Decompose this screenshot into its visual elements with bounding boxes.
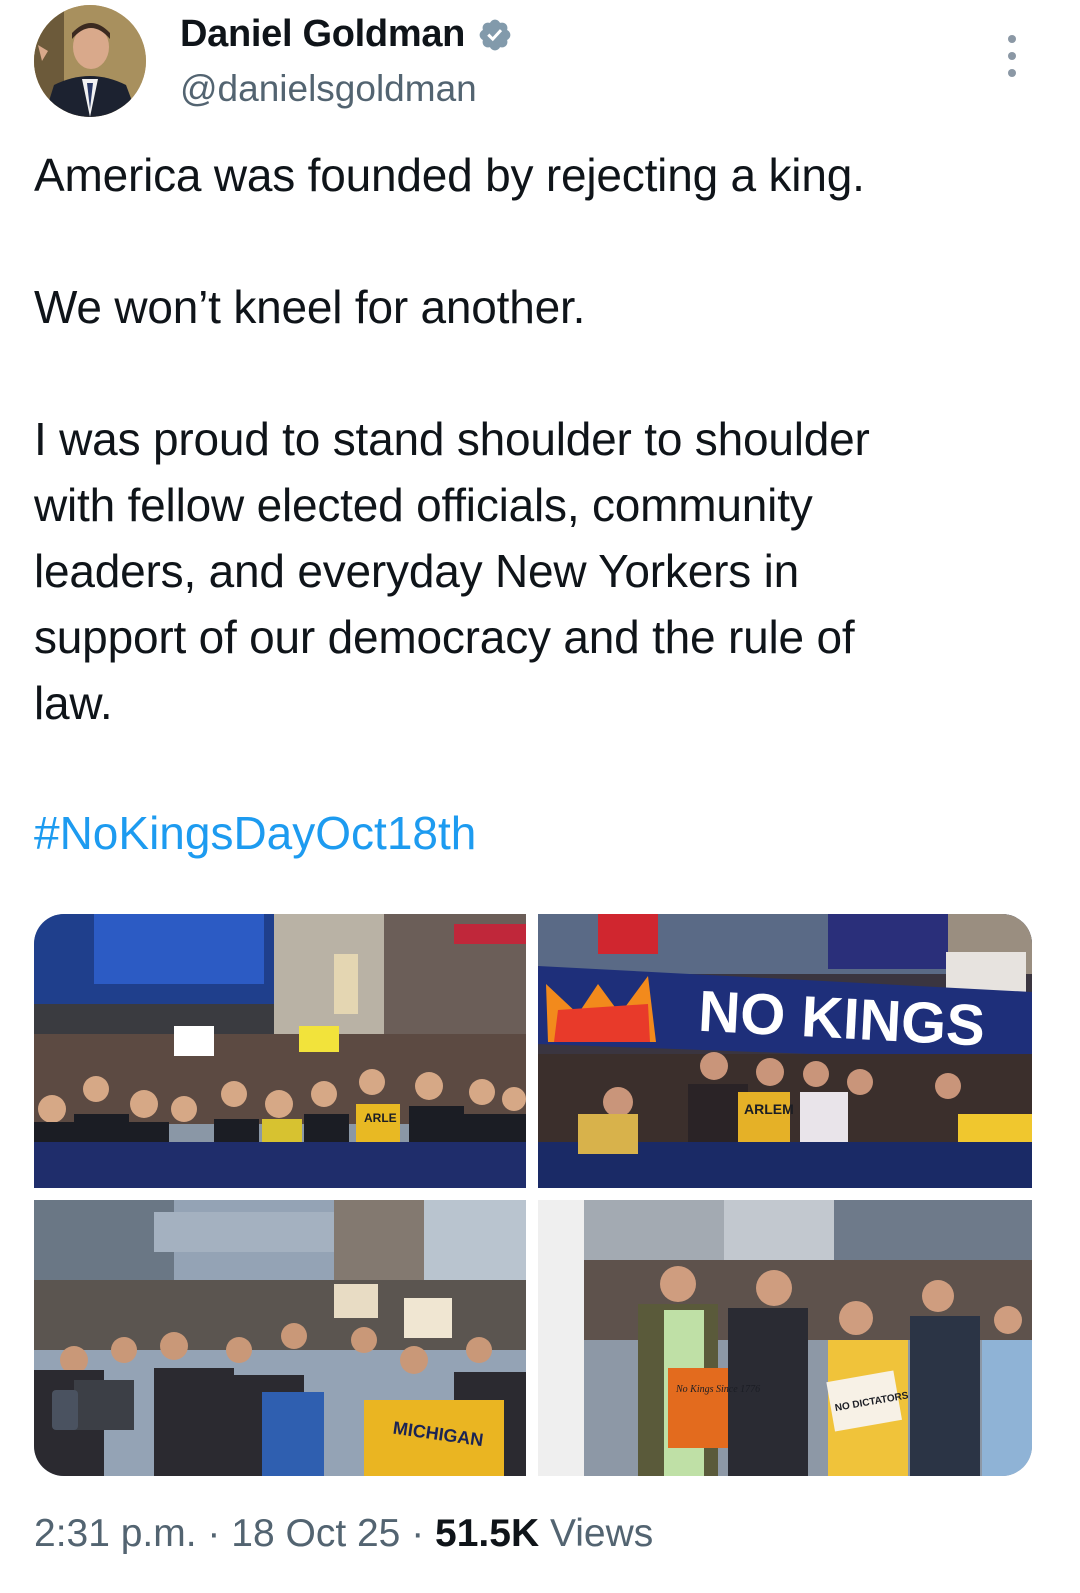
tweet-header: Daniel Goldman @danielsgoldman <box>34 5 1054 120</box>
media-grid: ARLE NO KINGS ARLEM MICHIGAN No Kings Si… <box>34 914 1032 1476</box>
march-photo-2[interactable]: NO KINGS ARLEM <box>538 914 1032 1188</box>
march-photo-4[interactable]: No Kings Since 1776 NO DICTATORS <box>538 1200 1032 1476</box>
author-handle[interactable]: @danielsgoldman <box>180 68 513 110</box>
more-options-icon[interactable] <box>1006 35 1018 81</box>
sign-text: ARLE <box>364 1111 397 1125</box>
meta-separator: · <box>196 1512 232 1555</box>
tweet-text: America was founded by rejecting a king.… <box>34 149 870 729</box>
verified-badge-icon <box>479 19 511 50</box>
avatar[interactable] <box>34 5 146 117</box>
tweet-meta: 2:31 p.m. · 18 Oct 25 · 51.5K Views <box>34 1512 653 1556</box>
sign-text: ARLEM <box>744 1101 794 1117</box>
display-name[interactable]: Daniel Goldman <box>180 13 465 56</box>
views-count[interactable]: 51.5K <box>435 1512 539 1555</box>
views-label: Views <box>539 1512 654 1555</box>
meta-separator: · <box>400 1512 436 1555</box>
display-name-row: Daniel Goldman <box>180 13 513 56</box>
author-names: Daniel Goldman @danielsgoldman <box>180 13 513 110</box>
march-photo-1[interactable]: ARLE <box>34 914 526 1188</box>
tweet-time[interactable]: 2:31 p.m. <box>34 1512 197 1555</box>
sign-text: No Kings Since 1776 <box>675 1384 760 1395</box>
march-photo-3[interactable]: MICHIGAN <box>34 1200 526 1476</box>
tweet-date[interactable]: 18 Oct 25 <box>231 1512 400 1555</box>
hashtag-link[interactable]: #NoKingsDayOct18th <box>34 800 476 866</box>
